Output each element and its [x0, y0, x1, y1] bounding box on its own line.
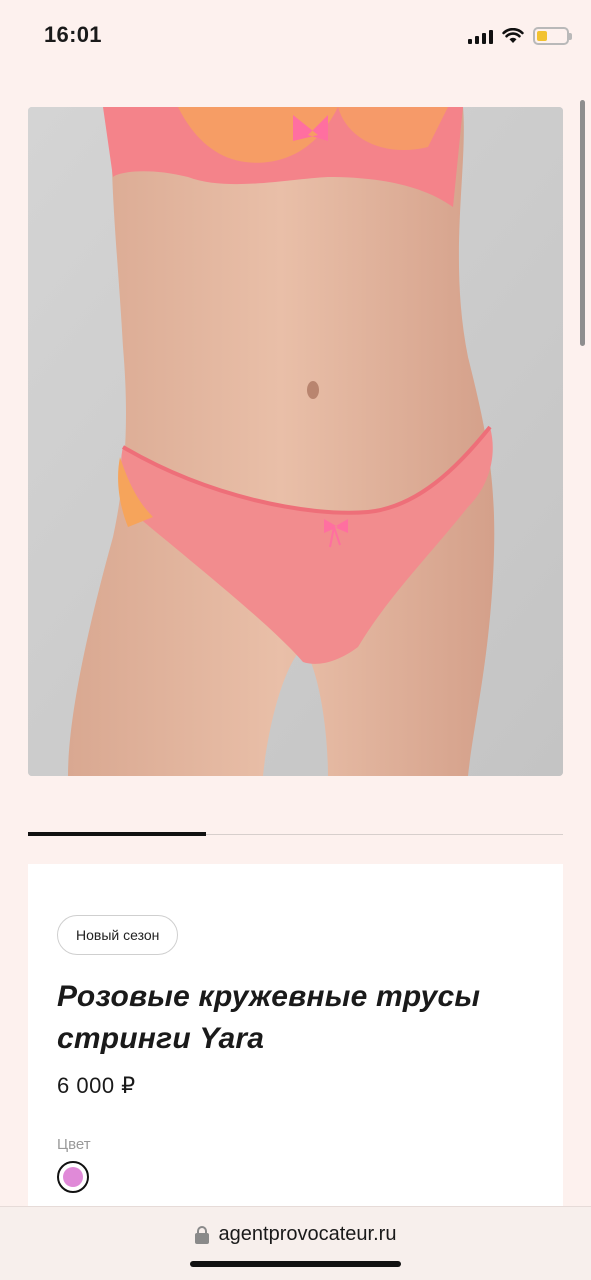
product-photo — [28, 107, 563, 776]
product-info-card: Новый сезон Розовые кружевные трусы стри… — [28, 864, 563, 1224]
carousel-active-segment — [28, 832, 206, 836]
url-text: agentprovocateur.ru — [218, 1223, 397, 1245]
color-swatch-pink[interactable] — [57, 1161, 89, 1193]
product-title: Розовые кружевные трусы стринги Yara — [57, 980, 481, 1055]
cellular-signal-icon — [468, 28, 493, 44]
url-display[interactable]: agentprovocateur.ru — [0, 1223, 591, 1246]
product-price: 6 000 ₽ — [57, 1073, 136, 1098]
wifi-icon — [502, 28, 524, 43]
battery-level — [537, 31, 547, 41]
lock-icon — [194, 1225, 209, 1244]
color-swatch-fill — [63, 1167, 83, 1187]
product-image[interactable] — [28, 107, 563, 776]
battery-icon — [533, 27, 572, 45]
image-carousel-indicator[interactable] — [28, 832, 563, 836]
color-label: Цвет — [57, 1136, 91, 1153]
page-scrollbar[interactable] — [580, 100, 585, 346]
home-indicator[interactable] — [190, 1261, 401, 1267]
status-time: 16:01 — [44, 22, 102, 47]
new-season-badge: Новый сезон — [57, 915, 179, 955]
status-icons — [468, 24, 572, 48]
browser-address-bar[interactable]: agentprovocateur.ru — [0, 1206, 591, 1280]
status-bar: 16:01 — [0, 0, 591, 70]
